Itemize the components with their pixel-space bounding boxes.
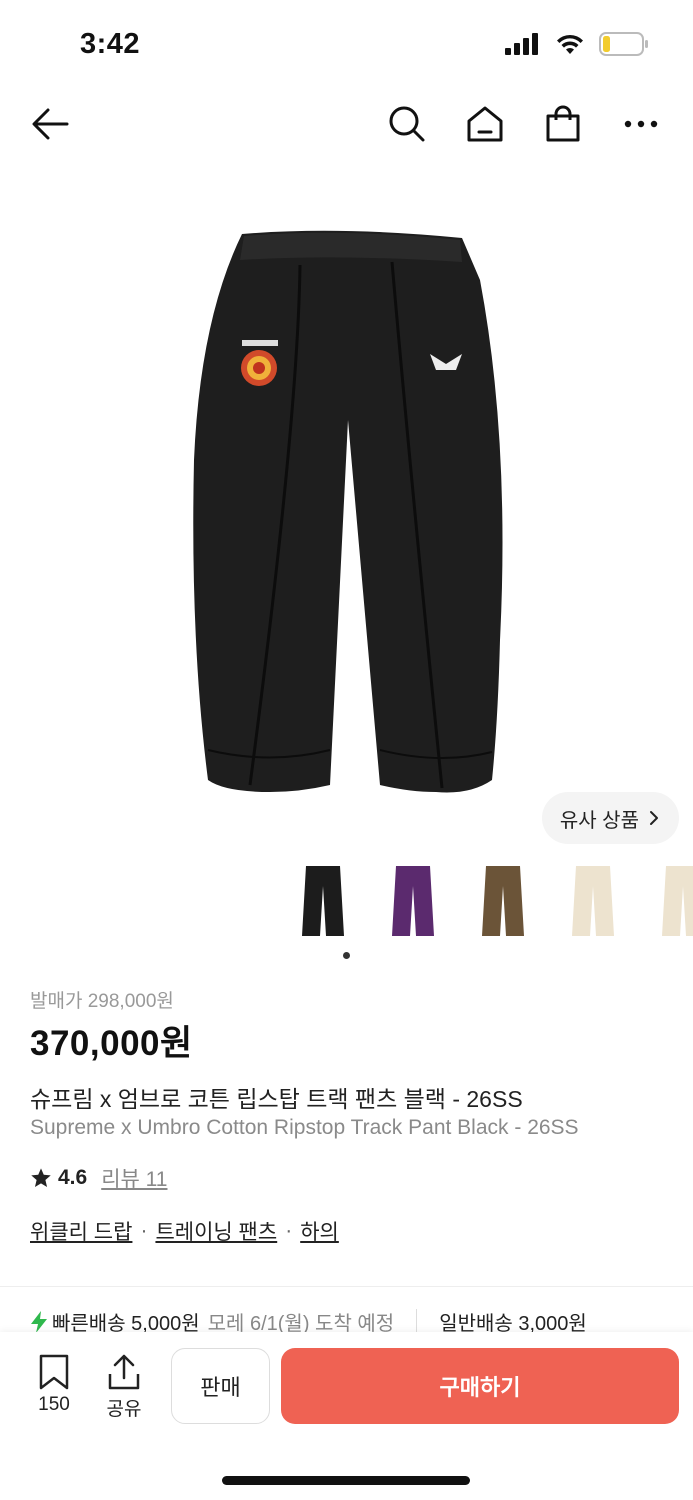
product-title-ko: 슈프림 x 엄브로 코튼 립스탑 트랙 팬츠 블랙 - 26SS bbox=[30, 1086, 523, 1112]
arrow-left-icon bbox=[32, 108, 69, 140]
similar-products-button[interactable]: 유사 상품 bbox=[541, 792, 679, 844]
similar-products-label: 유사 상품 bbox=[559, 809, 639, 832]
review-link[interactable]: 리뷰 11 bbox=[101, 1163, 167, 1193]
tag-weekly-drop[interactable]: 위클리 드랍 bbox=[30, 1216, 132, 1246]
wifi-icon bbox=[555, 33, 585, 60]
star-icon bbox=[31, 1168, 51, 1187]
thumb-shape bbox=[482, 866, 524, 936]
search-icon bbox=[389, 106, 425, 142]
thumb-shape bbox=[662, 866, 693, 936]
signal-icon bbox=[505, 33, 541, 60]
bottom-action-bar: 150 공유 판매 구매하기 bbox=[0, 1332, 693, 1500]
rating-row: 4.6 리뷰 11 bbox=[30, 1163, 167, 1193]
thumbnail-purple[interactable] bbox=[390, 862, 436, 942]
search-button[interactable] bbox=[385, 102, 429, 146]
share-icon bbox=[108, 1354, 140, 1390]
thumbnail-cream[interactable] bbox=[570, 862, 616, 942]
nav-actions bbox=[385, 102, 663, 146]
tag-bottoms[interactable]: 하의 bbox=[300, 1216, 339, 1246]
status-icons bbox=[505, 32, 649, 61]
thumbnail-black[interactable] bbox=[300, 862, 346, 942]
carousel-indicator bbox=[343, 952, 350, 959]
shopping-bag-icon bbox=[546, 105, 580, 142]
home-button[interactable] bbox=[463, 102, 507, 146]
wishlist-count: 150 bbox=[38, 1394, 70, 1415]
shipping-separator bbox=[416, 1308, 418, 1335]
nav-bar bbox=[0, 92, 693, 154]
status-bar: 3:42 bbox=[0, 0, 693, 90]
more-icon bbox=[624, 120, 658, 128]
thumb-shape bbox=[302, 866, 344, 936]
category-tags: 위클리 드랍 · 트레이닝 팬츠 · 하의 bbox=[30, 1216, 339, 1246]
product-title-en: Supreme x Umbro Cotton Ripstop Track Pan… bbox=[30, 1116, 579, 1139]
share-label: 공유 bbox=[106, 1399, 142, 1420]
bookmark-icon bbox=[39, 1354, 69, 1390]
tag-training-pants[interactable]: 트레이닝 팬츠 bbox=[155, 1216, 277, 1246]
share-button[interactable]: 공유 bbox=[102, 1354, 146, 1421]
product-image[interactable] bbox=[180, 220, 510, 800]
thumb-shape bbox=[572, 866, 614, 936]
battery-icon bbox=[599, 32, 649, 61]
divider bbox=[0, 1286, 693, 1287]
product-price: 370,000원 bbox=[30, 1024, 193, 1063]
rating-value: 4.6 bbox=[58, 1166, 88, 1189]
home-icon bbox=[467, 106, 503, 142]
release-price: 발매가 298,000원 bbox=[30, 991, 174, 1012]
back-button[interactable] bbox=[28, 102, 72, 146]
tag-separator: · bbox=[140, 1219, 148, 1242]
lightning-icon bbox=[31, 1310, 47, 1333]
thumbnail-camo[interactable] bbox=[480, 862, 526, 942]
sell-button[interactable]: 판매 bbox=[171, 1348, 270, 1424]
thumb-shape bbox=[392, 866, 434, 936]
thumbnail-cream-partial[interactable] bbox=[660, 862, 693, 942]
bag-button[interactable] bbox=[541, 102, 585, 146]
status-time: 3:42 bbox=[80, 28, 141, 60]
buy-button[interactable]: 구매하기 bbox=[281, 1348, 679, 1424]
chevron-right-icon bbox=[650, 811, 658, 825]
wishlist-button[interactable]: 150 bbox=[32, 1354, 76, 1416]
home-indicator[interactable] bbox=[222, 1476, 470, 1485]
tag-separator: · bbox=[285, 1219, 293, 1242]
color-thumbnails bbox=[300, 862, 693, 942]
more-button[interactable] bbox=[619, 102, 663, 146]
